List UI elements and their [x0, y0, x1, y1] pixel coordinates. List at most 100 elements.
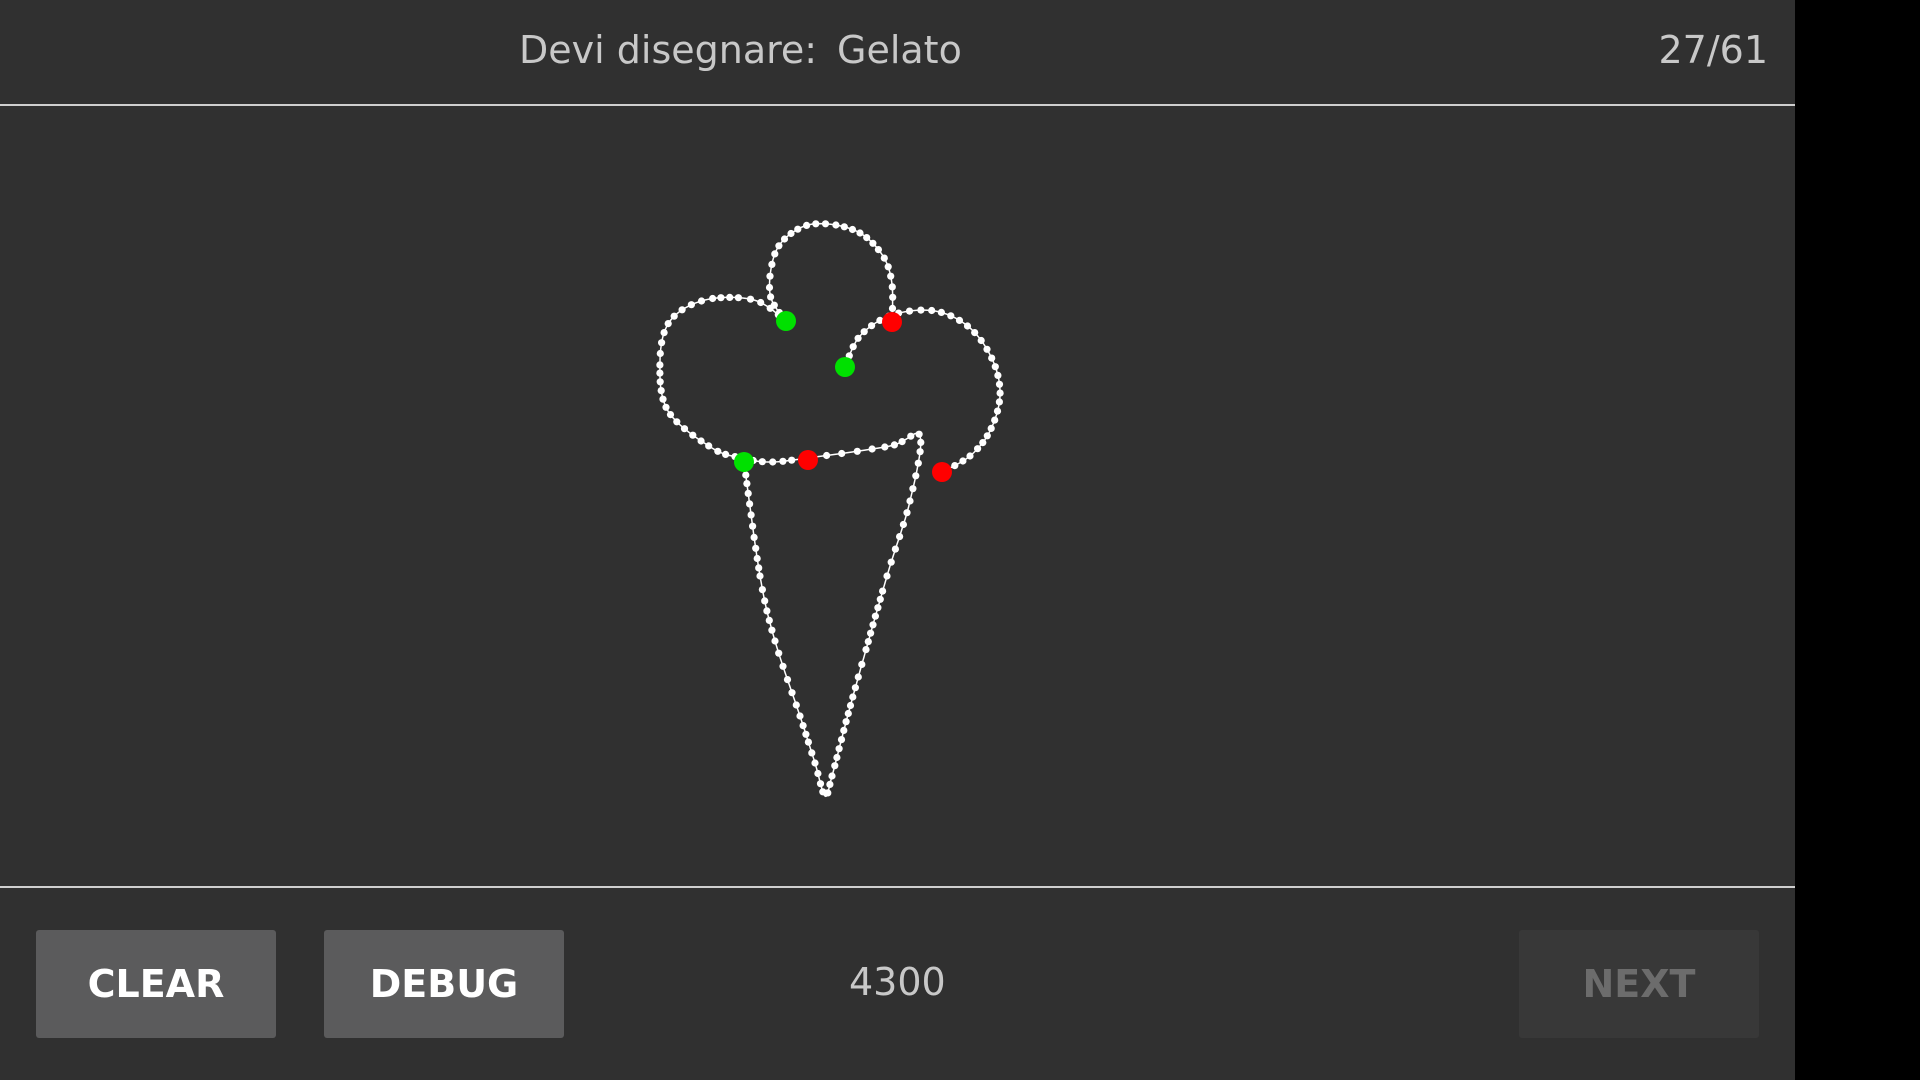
clear-button[interactable]: CLEAR: [36, 930, 276, 1038]
stroke-point: [744, 489, 752, 497]
stroke-point: [714, 447, 722, 455]
stroke-dots: [656, 220, 1004, 797]
stroke-point: [808, 749, 816, 757]
header-bar: Devi disegnare: Gelato 27/61: [0, 0, 1795, 105]
stroke-point: [947, 312, 955, 320]
stroke-point: [996, 389, 1004, 397]
stroke-point: [889, 293, 897, 301]
stroke-point: [787, 229, 795, 238]
stroke-point: [916, 448, 924, 456]
stroke-point: [971, 329, 979, 337]
stroke-point: [876, 595, 884, 603]
stroke-end-point: [882, 312, 902, 332]
stroke-point: [966, 452, 974, 460]
stroke-point: [678, 306, 686, 314]
stroke-point: [722, 450, 730, 458]
stroke-point: [656, 378, 664, 386]
stroke-point: [816, 780, 825, 788]
drawing-svg: [656, 220, 1004, 798]
stroke-point: [848, 225, 857, 234]
stroke-point: [752, 544, 760, 552]
stroke-point: [868, 322, 876, 330]
stroke-point: [656, 361, 664, 369]
stroke-point: [687, 301, 696, 309]
stroke-point: [909, 485, 917, 493]
score-value: 4300: [849, 960, 946, 1004]
stroke-end-point: [932, 462, 952, 482]
stroke-point: [937, 308, 946, 316]
stroke-point: [963, 322, 972, 330]
stroke-point: [802, 730, 810, 738]
stroke-point: [869, 239, 877, 247]
stroke-point: [771, 637, 779, 645]
stroke-point: [835, 745, 843, 753]
stroke-point: [811, 759, 819, 767]
stroke-point: [951, 462, 959, 470]
prompt-word: Gelato: [837, 28, 962, 72]
stroke-point: [854, 334, 862, 342]
stroke-point: [664, 320, 672, 328]
prompt-label: Devi disegnare:: [519, 28, 818, 72]
stroke-point: [914, 459, 922, 467]
stroke-point: [792, 701, 800, 709]
stroke-point: [993, 407, 1002, 415]
stroke-point: [983, 345, 991, 353]
stroke-point: [887, 558, 895, 566]
stroke-point: [814, 769, 822, 778]
stroke-point: [750, 533, 758, 541]
stroke-point: [726, 293, 734, 301]
stroke-lines: [659, 222, 1001, 798]
stroke-point: [874, 246, 883, 254]
stroke-point: [856, 229, 864, 237]
stroke-point: [796, 712, 804, 720]
stroke-point: [717, 294, 725, 302]
stroke-point: [659, 395, 667, 403]
stroke-end-point: [798, 450, 818, 470]
stroke-point: [849, 693, 857, 701]
stroke-point: [831, 762, 839, 770]
stroke-point: [905, 307, 914, 315]
stroke-point: [666, 411, 675, 419]
stroke-point: [823, 451, 831, 460]
app-window: Devi disegnare: Gelato 27/61 CLEAR DEBUG…: [0, 0, 1795, 1080]
stroke-point: [868, 445, 876, 453]
stroke-point: [768, 626, 776, 634]
stroke-point: [899, 520, 908, 529]
next-button[interactable]: NEXT: [1519, 930, 1759, 1038]
stroke-point: [743, 480, 751, 488]
stroke-point: [779, 662, 787, 670]
stroke-point: [705, 442, 713, 450]
debug-button[interactable]: DEBUG: [324, 930, 564, 1038]
stroke-point: [837, 736, 846, 744]
stroke-point: [756, 572, 764, 580]
stroke-point: [860, 328, 868, 336]
stroke-point: [821, 220, 830, 228]
stroke-point: [903, 509, 911, 517]
stroke-point: [775, 242, 783, 250]
stroke-point: [657, 387, 665, 395]
stroke-point: [697, 297, 706, 305]
stroke-point: [697, 437, 705, 445]
stroke-point: [771, 250, 779, 258]
stroke-point: [766, 272, 774, 280]
stroke-point: [881, 443, 889, 451]
stroke-point: [888, 304, 897, 312]
stroke-start-point: [776, 311, 796, 331]
stroke-point: [770, 301, 778, 309]
stroke-point: [842, 718, 850, 726]
stroke-point: [988, 354, 996, 362]
stroke-point: [917, 306, 925, 314]
stroke-point: [840, 223, 848, 231]
stroke-point: [794, 225, 802, 233]
stroke-point: [977, 336, 985, 345]
stroke-point: [869, 621, 877, 629]
stroke-point: [689, 431, 697, 439]
stroke-point: [912, 472, 920, 480]
stroke-point: [891, 545, 900, 553]
stroke-point: [874, 604, 882, 612]
stroke-point: [765, 616, 773, 624]
stroke-point: [673, 418, 681, 426]
stroke-point: [812, 220, 820, 228]
stroke-start-point: [734, 452, 754, 472]
drawing-canvas[interactable]: [0, 106, 1795, 886]
